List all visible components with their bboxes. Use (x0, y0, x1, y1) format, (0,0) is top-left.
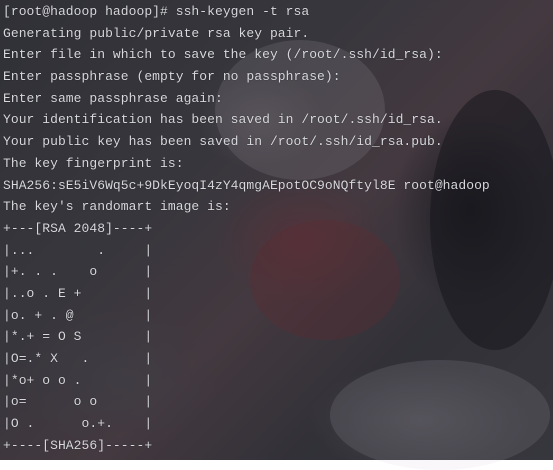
terminal-line: Your identification has been saved in /r… (3, 112, 443, 128)
randomart-line: +----[SHA256]-----+ (3, 437, 153, 453)
randomart-line: |..o . E + | (3, 285, 153, 301)
terminal-line: [root@hadoop hadoop]# ssh-keygen -t rsa (3, 4, 310, 19)
terminal-line: Generating public/private rsa key pair. (3, 25, 310, 41)
randomart-line: |... . | (3, 242, 153, 258)
terminal-line: The key's randomart image is: (3, 199, 231, 215)
terminal-line: The key fingerprint is: (3, 155, 184, 171)
terminal-line: SHA256:sE5iV6Wq5c+9DkEyoqI4zY4qmgAEpotOC… (3, 177, 490, 193)
randomart-line: |o= o o | (3, 394, 153, 410)
randomart-line: |*o+ o o . | (3, 372, 153, 388)
terminal-line: Enter file in which to save the key (/ro… (3, 47, 443, 63)
randomart-line: +---[RSA 2048]----+ (3, 220, 153, 236)
randomart-line: |+. . . o | (3, 264, 153, 280)
terminal-output[interactable]: [root@hadoop hadoop]# ssh-keygen -t rsa G… (3, 1, 553, 460)
terminal-line: Enter same passphrase again: (3, 90, 223, 106)
randomart-line: |O=.* X . | (3, 351, 153, 366)
terminal-line: Your public key has been saved in /root/… (3, 134, 443, 150)
randomart-line: |O . o.+. | (3, 416, 153, 432)
terminal-line: Enter passphrase (empty for no passphras… (3, 69, 341, 85)
randomart-line: |o. + . @ | (3, 307, 153, 323)
randomart-line: |*.+ = O S | (3, 329, 153, 345)
